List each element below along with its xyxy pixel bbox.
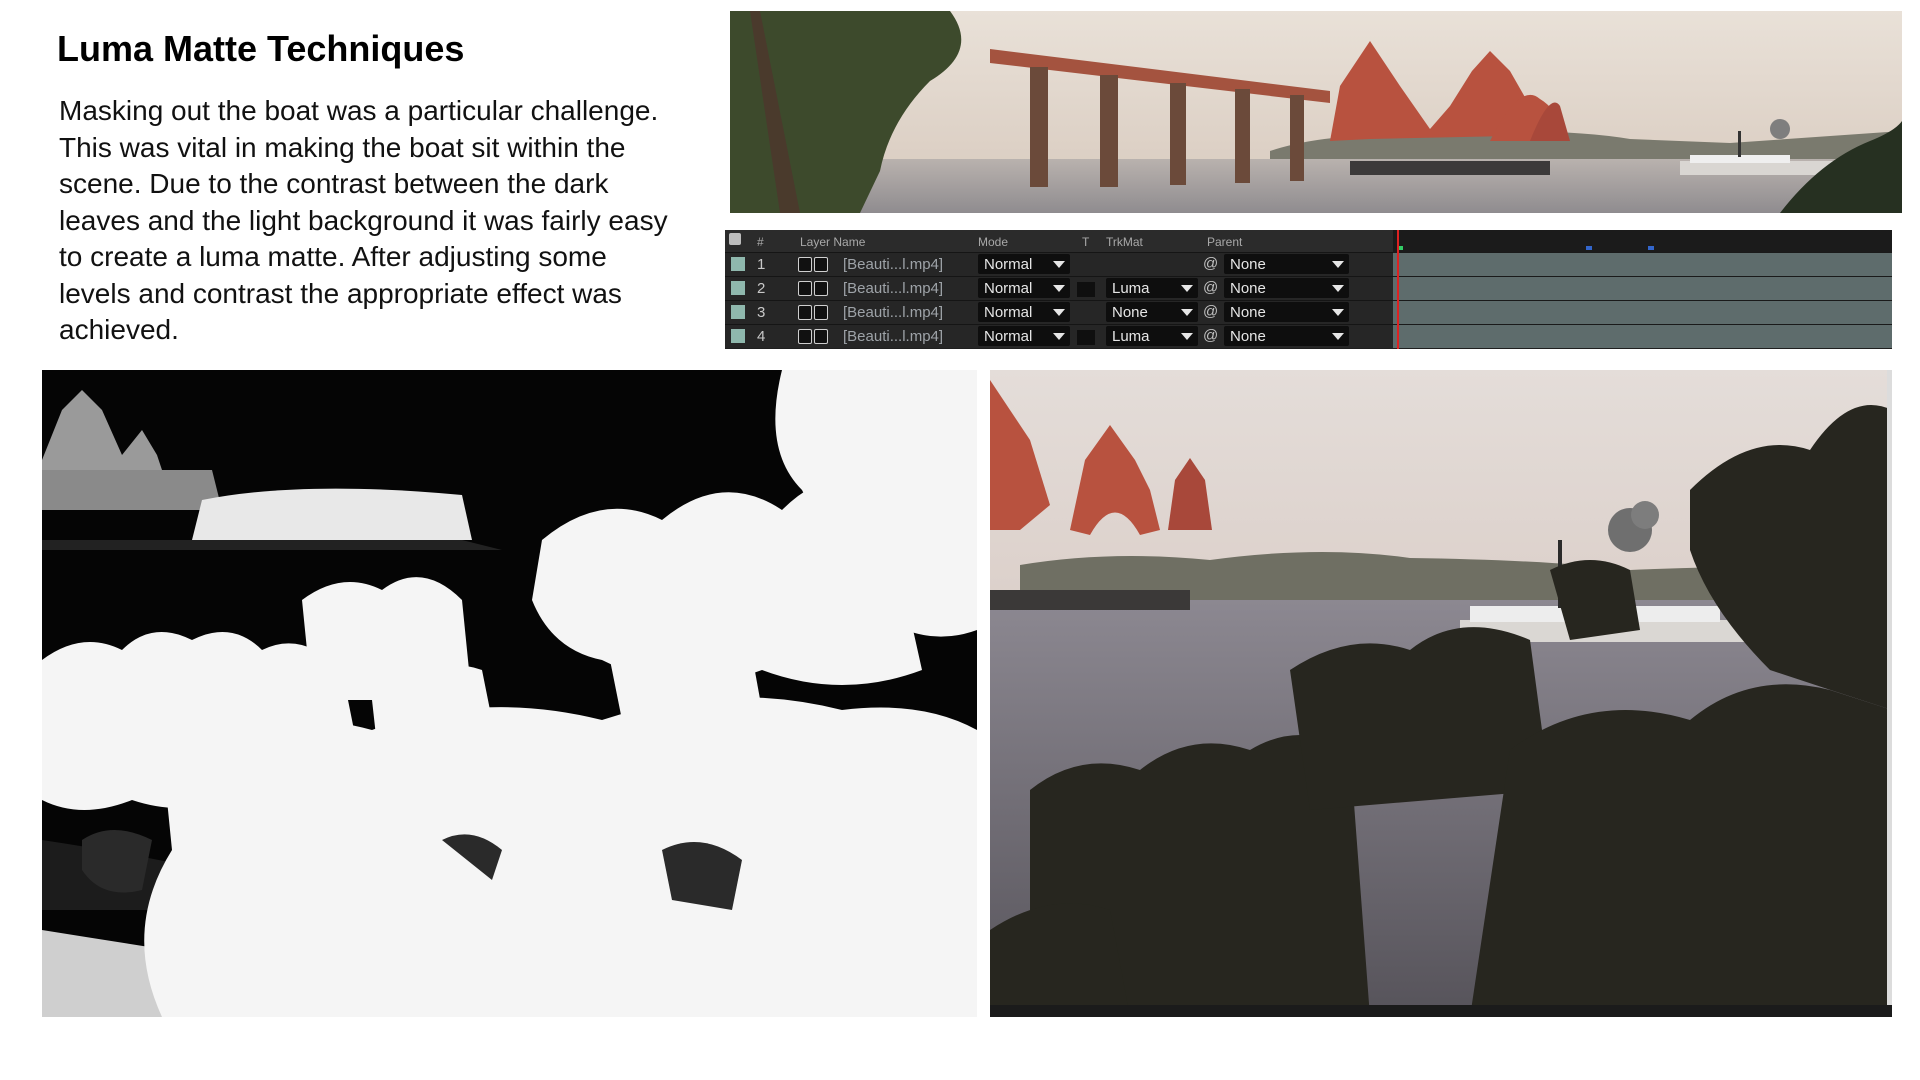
layer-name[interactable]: [Beauti...l.mp4]	[843, 256, 943, 273]
parent-dropdown[interactable]: None	[1224, 254, 1349, 274]
layer-bar-1[interactable]	[1393, 252, 1892, 276]
marker[interactable]	[1648, 246, 1654, 250]
footage-icon	[798, 305, 812, 320]
layer-switch-icon[interactable]	[814, 257, 828, 272]
mode-dropdown[interactable]: Normal	[978, 326, 1070, 346]
mode-dropdown[interactable]: Normal	[978, 302, 1070, 322]
chevron-down-icon	[1053, 261, 1065, 268]
description-paragraph: Masking out the boat was a particular ch…	[59, 95, 668, 345]
chevron-down-icon	[1181, 333, 1193, 340]
trkmat-dropdown[interactable]: None	[1106, 302, 1198, 322]
header-mode[interactable]: Mode	[978, 235, 1008, 249]
chevron-down-icon	[1181, 285, 1193, 292]
layer-row-4[interactable]: 4 [Beauti...l.mp4] Normal Luma @ None	[725, 324, 1393, 348]
preserve-transparency-checkbox[interactable]	[1077, 282, 1095, 297]
label-color-chip[interactable]	[731, 257, 745, 271]
footage-icon	[798, 329, 812, 344]
preserve-transparency-checkbox[interactable]	[1077, 330, 1095, 345]
header-parent[interactable]: Parent	[1207, 235, 1242, 249]
chevron-down-icon	[1332, 333, 1344, 340]
footage-icon	[798, 257, 812, 272]
trkmat-dropdown[interactable]: Luma	[1106, 326, 1198, 346]
timeline-panel: # Layer Name Mode T TrkMat Parent 1 [Bea…	[725, 230, 1892, 349]
layer-bar-2[interactable]	[1393, 276, 1892, 300]
parent-dropdown[interactable]: None	[1224, 326, 1349, 346]
layer-index: 3	[757, 304, 766, 321]
footage-icon	[798, 281, 812, 296]
layer-bar-3[interactable]	[1393, 300, 1892, 324]
header-trkmat[interactable]: TrkMat	[1106, 235, 1143, 249]
pickwhip-icon[interactable]: @	[1203, 255, 1218, 272]
layer-index: 2	[757, 280, 766, 297]
layer-name[interactable]: [Beauti...l.mp4]	[843, 280, 943, 297]
header-number: #	[757, 235, 764, 249]
tag-icon	[729, 233, 741, 245]
chevron-down-icon	[1332, 261, 1344, 268]
layer-row-1[interactable]: 1 [Beauti...l.mp4] Normal @ None	[725, 252, 1393, 276]
layer-name[interactable]: [Beauti...l.mp4]	[843, 304, 943, 321]
mode-dropdown[interactable]: Normal	[978, 278, 1070, 298]
layer-bar-4[interactable]	[1393, 324, 1892, 348]
parent-dropdown[interactable]: None	[1224, 302, 1349, 322]
label-color-chip[interactable]	[731, 281, 745, 295]
mode-dropdown[interactable]: Normal	[978, 254, 1070, 274]
layer-index: 4	[757, 328, 766, 345]
label-color-chip[interactable]	[731, 329, 745, 343]
label-color-chip[interactable]	[731, 305, 745, 319]
marker[interactable]	[1586, 246, 1592, 250]
pickwhip-icon[interactable]: @	[1203, 303, 1218, 320]
chevron-down-icon	[1053, 309, 1065, 316]
pickwhip-icon[interactable]: @	[1203, 327, 1218, 344]
chevron-down-icon	[1181, 309, 1193, 316]
chevron-down-icon	[1332, 285, 1344, 292]
layer-name[interactable]: [Beauti...l.mp4]	[843, 328, 943, 345]
header-t[interactable]: T	[1082, 235, 1089, 249]
top-banner-image	[730, 11, 1902, 213]
chevron-down-icon	[1053, 285, 1065, 292]
header-layer-name[interactable]: Layer Name	[800, 235, 865, 249]
composite-scene-image	[990, 370, 1892, 1017]
trkmat-dropdown[interactable]: Luma	[1106, 278, 1198, 298]
layer-switch-icon[interactable]	[814, 305, 828, 320]
chevron-down-icon	[1053, 333, 1065, 340]
pickwhip-icon[interactable]: @	[1203, 279, 1218, 296]
layer-row-2[interactable]: 2 [Beauti...l.mp4] Normal Luma @ None	[725, 276, 1393, 300]
luma-matte-image	[42, 370, 977, 1017]
layer-index: 1	[757, 256, 766, 273]
parent-dropdown[interactable]: None	[1224, 278, 1349, 298]
time-ruler[interactable]	[1393, 230, 1892, 252]
current-time-indicator[interactable]	[1397, 230, 1399, 349]
page-title: Luma Matte Techniques	[57, 28, 465, 69]
timeline-header: # Layer Name Mode T TrkMat Parent	[725, 230, 1393, 252]
layer-row-3[interactable]: 3 [Beauti...l.mp4] Normal None @ None	[725, 300, 1393, 324]
layer-switch-icon[interactable]	[814, 329, 828, 344]
layer-switch-icon[interactable]	[814, 281, 828, 296]
chevron-down-icon	[1332, 309, 1344, 316]
